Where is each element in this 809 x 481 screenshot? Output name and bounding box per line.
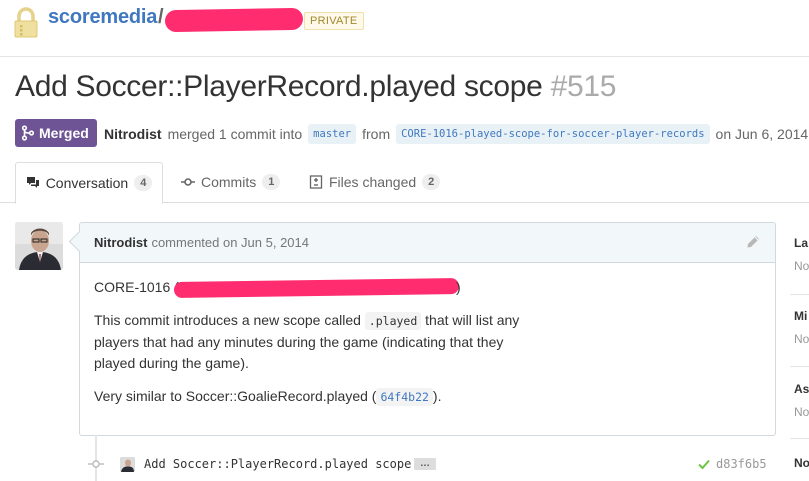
base-branch[interactable]: master — [308, 124, 357, 144]
git-merge-icon — [21, 125, 35, 141]
pr-number: #515 — [550, 70, 617, 103]
tab-files-changed-count: 2 — [422, 174, 441, 190]
avatar-image — [120, 457, 135, 472]
redacted-repo-name — [164, 7, 304, 33]
pr-tabs: Conversation 4 Commits 1 Files changed 2 — [0, 162, 809, 204]
comment-header: Nitrodist commented on Jun 5, 2014 — [80, 223, 775, 263]
redacted-ticket-title — [173, 278, 460, 298]
tab-commits-count: 1 — [262, 174, 281, 190]
comment-meta: commented on Jun 5, 2014 — [151, 235, 310, 250]
sidebar-value: No — [794, 259, 809, 273]
sidebar-divider — [790, 366, 809, 367]
pr-merged-text: merged 1 commit into — [167, 126, 303, 142]
sidebar-notifications[interactable]: No — [794, 456, 809, 470]
git-commit-icon — [88, 460, 104, 468]
similar-prefix: Very similar to Soccer::GoalieRecord.pla… — [94, 388, 377, 404]
pencil-icon[interactable] — [745, 234, 761, 250]
comment-author-link[interactable]: Nitrodist — [94, 235, 147, 250]
commit-sha-link[interactable]: 64f4b22 — [376, 388, 433, 406]
description-prefix: This commit introduces a new scope calle… — [94, 312, 361, 328]
repo-owner-link[interactable]: scoremedia — [48, 6, 157, 29]
sidebar-value: No — [794, 405, 809, 419]
sidebar-labels[interactable]: La No — [794, 236, 809, 273]
sidebar-heading: Mi — [794, 309, 808, 323]
sidebar-heading: As — [794, 382, 809, 396]
ticket-close-paren: ) — [456, 279, 461, 295]
sidebar-value: No — [794, 332, 809, 346]
commit-sha[interactable]: d83f6b5 — [716, 457, 767, 471]
sidebar-heading: No — [794, 456, 809, 470]
status-badge: Merged — [15, 119, 97, 147]
page-title: Add Soccer::PlayerRecord.played scope #5… — [15, 70, 616, 104]
commit-author-avatar[interactable] — [120, 457, 135, 472]
status-badge-label: Merged — [39, 125, 89, 141]
tab-files-changed-label: Files changed — [329, 174, 417, 190]
tab-conversation-label: Conversation — [45, 175, 129, 191]
pr-meta: Nitrodist merged 1 commit into master fr… — [104, 124, 808, 144]
scope-code: .played — [364, 312, 422, 330]
comment-box: Nitrodist commented on Jun 5, 2014 CORE-… — [79, 222, 776, 436]
comment-ticket-line: CORE-1016 ( ) — [94, 277, 761, 298]
tab-commits-label: Commits — [201, 174, 257, 190]
pull-request-page: scoremedia / PRIVATE Add Soccer::PlayerR… — [0, 0, 809, 481]
tab-files-changed[interactable]: Files changed 2 — [309, 162, 441, 202]
comment-discussion-icon — [26, 177, 39, 188]
pr-author-link[interactable]: Nitrodist — [104, 126, 162, 142]
comment-body: CORE-1016 ( ) This commit introduces a n… — [80, 263, 775, 434]
ticket-reference: CORE-1016 ( — [94, 279, 179, 295]
pr-from-text: from — [362, 126, 391, 142]
tab-commits[interactable]: Commits 1 — [181, 162, 281, 202]
commit-message-link[interactable]: Add Soccer::PlayerRecord.played scope — [144, 457, 411, 471]
repo-path-separator: / — [158, 6, 164, 28]
check-icon[interactable] — [698, 458, 710, 470]
head-branch[interactable]: CORE-1016-played-scope-for-soccer-player… — [396, 124, 710, 144]
pr-title-text: Add Soccer::PlayerRecord.played scope — [15, 70, 543, 103]
git-commit-icon — [181, 178, 195, 186]
diff-icon — [309, 175, 323, 189]
sidebar-milestone[interactable]: Mi No — [794, 309, 809, 346]
private-label: PRIVATE — [304, 12, 364, 30]
expand-commit-button[interactable]: … — [414, 458, 436, 470]
sidebar-assignee[interactable]: As No — [794, 382, 809, 419]
comment-similar-line: Very similar to Soccer::GoalieRecord.pla… — [94, 386, 761, 408]
repo-header: scoremedia / PRIVATE — [0, 0, 809, 57]
sidebar-heading: La — [794, 236, 809, 250]
lock-icon — [14, 7, 38, 38]
tab-conversation[interactable]: Conversation 4 — [15, 162, 163, 204]
avatar-image — [15, 222, 63, 270]
sidebar-divider — [790, 438, 809, 439]
similar-suffix: ). — [432, 388, 442, 404]
avatar[interactable] — [15, 222, 63, 270]
sidebar-divider — [790, 294, 809, 295]
pr-date: on Jun 6, 2014 — [715, 126, 809, 142]
comment-description: This commit introduces a new scope calle… — [94, 310, 534, 374]
tab-conversation-count: 4 — [134, 175, 153, 191]
